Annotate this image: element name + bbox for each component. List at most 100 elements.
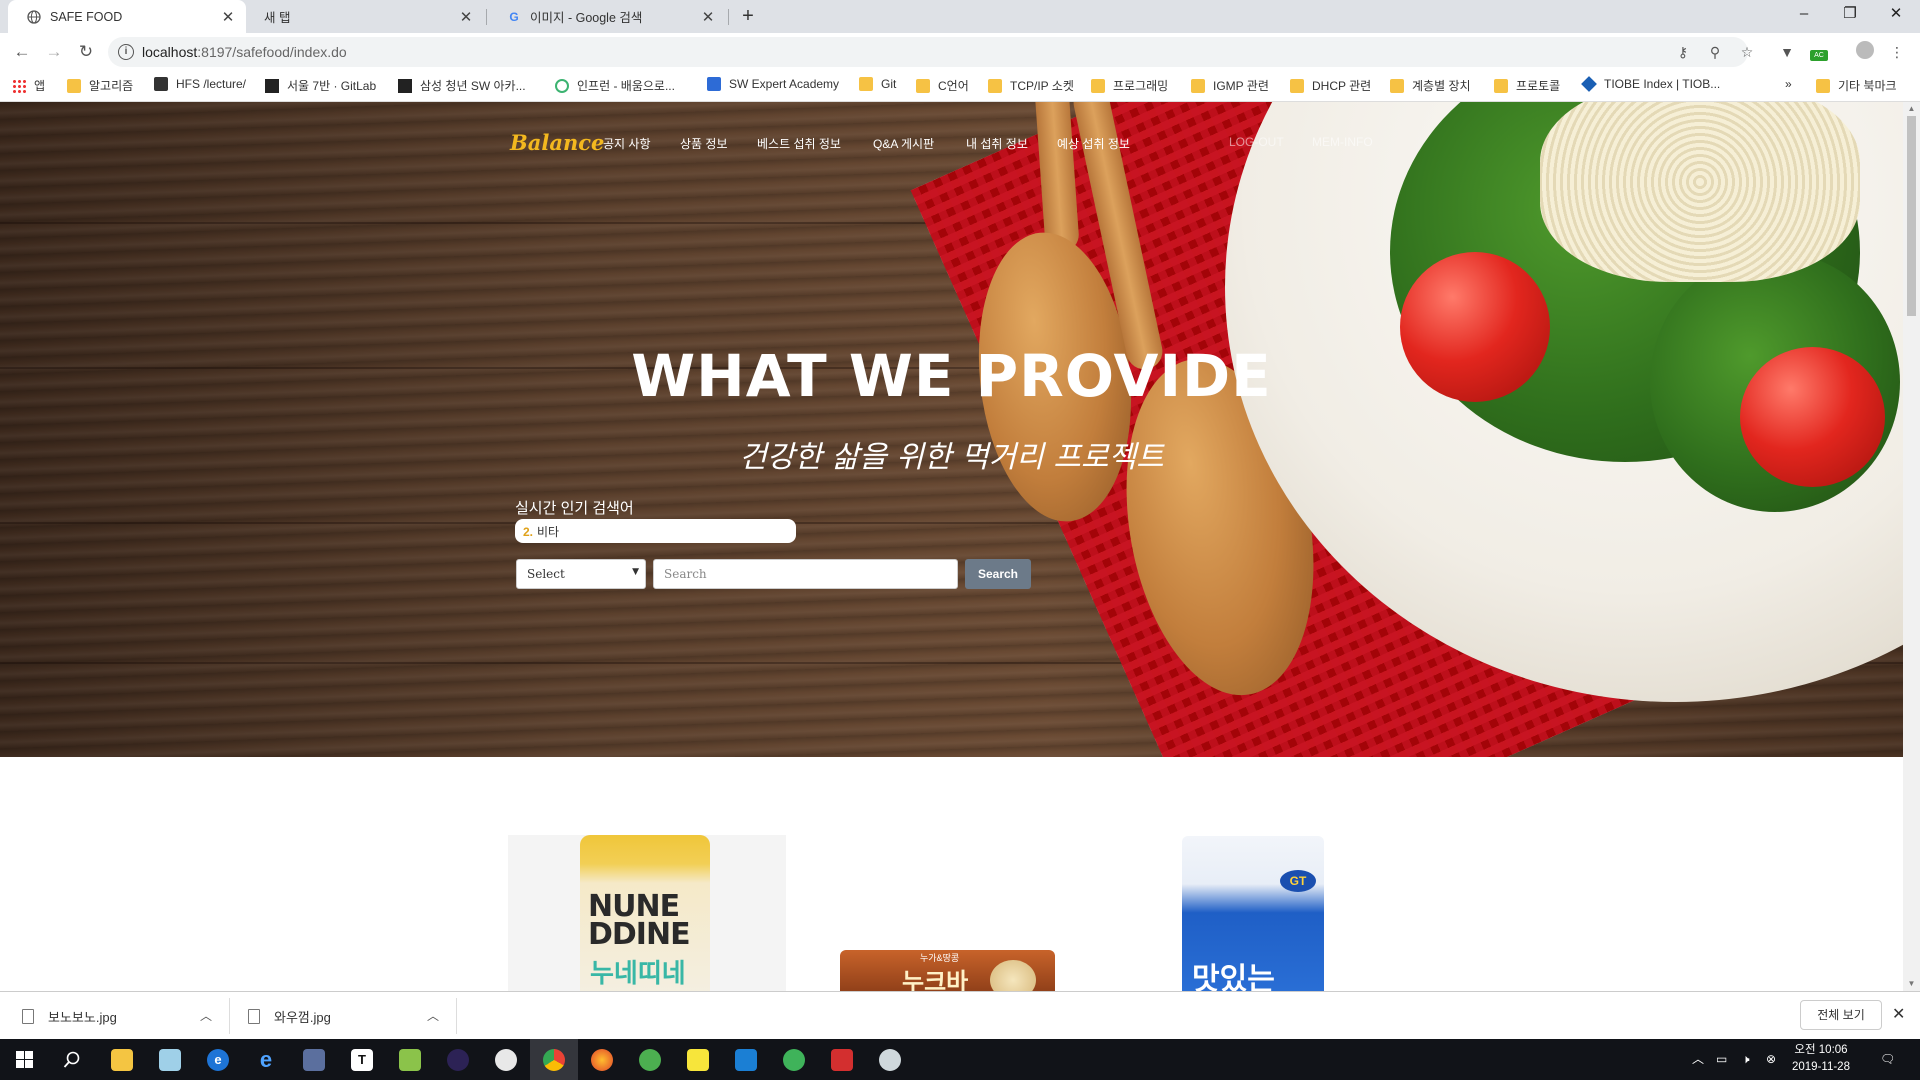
nav-logout[interactable]: LOG-OUT [1229,135,1284,149]
internet-explorer-icon[interactable]: e [242,1039,290,1080]
bookmark-apps[interactable]: 앱 [12,77,45,94]
close-icon[interactable]: ✕ [700,8,716,26]
tab-new-tab[interactable]: 새 탭 ✕ [246,0,484,33]
nav-product-info[interactable]: 상품 정보 [680,135,728,152]
search-button[interactable]: Search [965,559,1031,589]
star-icon[interactable]: ☆ [1738,43,1756,61]
bookmark-item[interactable]: Git [859,77,896,91]
nav-my-intake[interactable]: 내 섭취 정보 [966,135,1028,152]
window-close-icon[interactable]: ✕ [1873,0,1919,30]
scroll-up-icon[interactable]: ▲ [1903,102,1920,116]
bookmark-label: SW Expert Academy [729,77,840,91]
bookmark-item[interactable]: SW Expert Academy [707,77,839,91]
back-arrow-icon[interactable]: ← [10,41,34,63]
hot-keyword-ticker[interactable]: 2. 비타 [515,519,796,543]
typora-icon[interactable]: T [338,1039,386,1080]
bookmark-item[interactable]: TCP/IP 소켓 [988,77,1074,94]
acrobat-icon[interactable] [818,1039,866,1080]
show-all-downloads-button[interactable]: 전체 보기 [1800,1000,1882,1030]
address-bar[interactable]: i localhost:8197/safefood/index.do ⚷ ⚲ ☆ [108,37,1753,67]
nav-best-intake[interactable]: 베스트 섭취 정보 [757,135,841,152]
restore-icon[interactable]: ❐ [1827,0,1873,30]
bookmark-item[interactable]: 삼성 청년 SW 아카... [398,77,526,94]
info-icon[interactable]: i [118,44,134,60]
ssafy-icon [398,78,412,93]
edge-icon[interactable]: e [194,1039,242,1080]
notification-center-icon[interactable]: 🗨 [1880,1039,1895,1080]
bookmarks-overflow-button[interactable]: » [1785,77,1792,91]
bookmark-item[interactable]: 프로토콜 [1494,77,1560,94]
tray-chevron-icon[interactable]: ︿ [1692,1039,1704,1080]
eclipse-icon[interactable] [434,1039,482,1080]
bookmark-item[interactable]: 알고리즘 [67,77,133,94]
bookmark-item[interactable]: C언어 [916,77,969,94]
whale-icon[interactable] [770,1039,818,1080]
clock-time: 오전 10:06 [1794,1044,1848,1056]
firefox-icon[interactable] [578,1039,626,1080]
reload-icon[interactable]: ↻ [74,41,98,63]
notepad-icon[interactable] [146,1039,194,1080]
extension-filter-icon[interactable]: ▼ [1776,41,1798,63]
close-icon[interactable]: ✕ [1892,1004,1905,1024]
whale-icon[interactable] [626,1039,674,1080]
nav-expected-intake[interactable]: 예상 섭취 정보 [1057,135,1130,152]
sticky-notes-icon[interactable] [674,1039,722,1080]
url-text[interactable]: localhost:8197/safefood/index.do [142,44,347,60]
volume-muted-icon[interactable]: 🕨 [1742,1039,1750,1080]
key-icon[interactable]: ⚷ [1674,43,1692,61]
bookmark-item[interactable]: 계층별 장치 [1390,77,1471,94]
scroll-thumb[interactable] [1907,116,1916,316]
folder-icon [988,78,1002,93]
start-button[interactable] [0,1039,48,1080]
bookmark-item[interactable]: 프로그래밍 [1091,77,1168,94]
page-scrollbar[interactable]: ▲ ▼ [1903,102,1920,991]
visual-studio-icon[interactable] [290,1039,338,1080]
search-icon[interactable] [48,1039,96,1080]
bookmark-item[interactable]: 인프런 - 배움으로... [555,77,675,94]
zoom-icon[interactable]: ⚲ [1706,43,1724,61]
file-explorer-icon[interactable] [98,1039,146,1080]
notepad-plus-icon[interactable] [386,1039,434,1080]
bookmarks-bar: 앱 알고리즘 HFS /lecture/ 서울 7반 · GitLab 삼성 청… [0,71,1920,102]
site-logo[interactable]: Balance [510,130,604,155]
bookmark-label: TCP/IP 소켓 [1010,79,1074,93]
nav-notice[interactable]: 공지 사항 [603,135,651,152]
folder-icon [1494,78,1508,93]
extension-ac-icon[interactable]: AC [1808,41,1830,63]
download-item[interactable]: 보노보노.jpg [22,999,222,1033]
menu-kebab-icon[interactable]: ⋮ [1886,41,1908,63]
profile-avatar-icon[interactable] [1854,41,1876,63]
system-clock[interactable]: 오전 10:06 2019-11-28 [1786,1042,1856,1076]
product-card-milk[interactable]: GT 맛있는 [1182,836,1324,991]
product-card-nunedine[interactable]: NUNE DDINE 누네띠네 [508,835,786,991]
close-icon[interactable]: ✕ [458,8,474,26]
other-bookmarks[interactable]: 기타 북마크 [1816,77,1897,94]
minimize-icon[interactable]: – [1781,0,1827,30]
chevron-up-icon[interactable]: ︿ [427,1007,439,1024]
scroll-down-icon[interactable]: ▼ [1903,977,1920,991]
paint-icon[interactable] [482,1039,530,1080]
forward-arrow-icon[interactable]: → [42,41,66,63]
tab-google-images[interactable]: G 이미지 - Google 검색 ✕ [488,0,726,33]
bookmark-item[interactable]: 서울 7반 · GitLab [265,77,376,94]
download-item[interactable]: 와우껌.jpg [248,999,448,1033]
vscode-icon[interactable] [722,1039,770,1080]
product-card-nougat-bar[interactable]: 누가&땅콩 누크바 [840,950,1055,991]
chevron-up-icon[interactable]: ︿ [200,1007,212,1024]
ime-icon[interactable]: ⊗ [1766,1039,1776,1080]
network-icon[interactable]: ▭ [1716,1039,1727,1080]
nav-member-info[interactable]: MEM-INFO [1312,135,1373,149]
new-tab-button[interactable]: + [736,4,760,28]
search-input[interactable]: Search [653,559,958,589]
tab-safe-food[interactable]: SAFE FOOD ✕ [8,0,246,33]
nav-qna-board[interactable]: Q&A 게시판 [873,135,934,152]
close-icon[interactable]: ✕ [220,8,236,26]
bookmark-item[interactable]: HFS /lecture/ [154,77,246,91]
bookmark-item[interactable]: TIOBE Index | TIOB... [1581,76,1720,92]
bookmark-item[interactable]: IGMP 관련 [1191,77,1269,94]
windows-taskbar: e e T ︿ ▭ 🕨 ⊗ 오전 10:06 2019-11-28 🗨 [0,1039,1920,1080]
search-category-select[interactable]: Select ▼ [516,559,646,589]
chrome-icon[interactable] [530,1039,578,1080]
bookmark-item[interactable]: DHCP 관련 [1290,77,1371,94]
snipping-tool-icon[interactable] [866,1039,914,1080]
